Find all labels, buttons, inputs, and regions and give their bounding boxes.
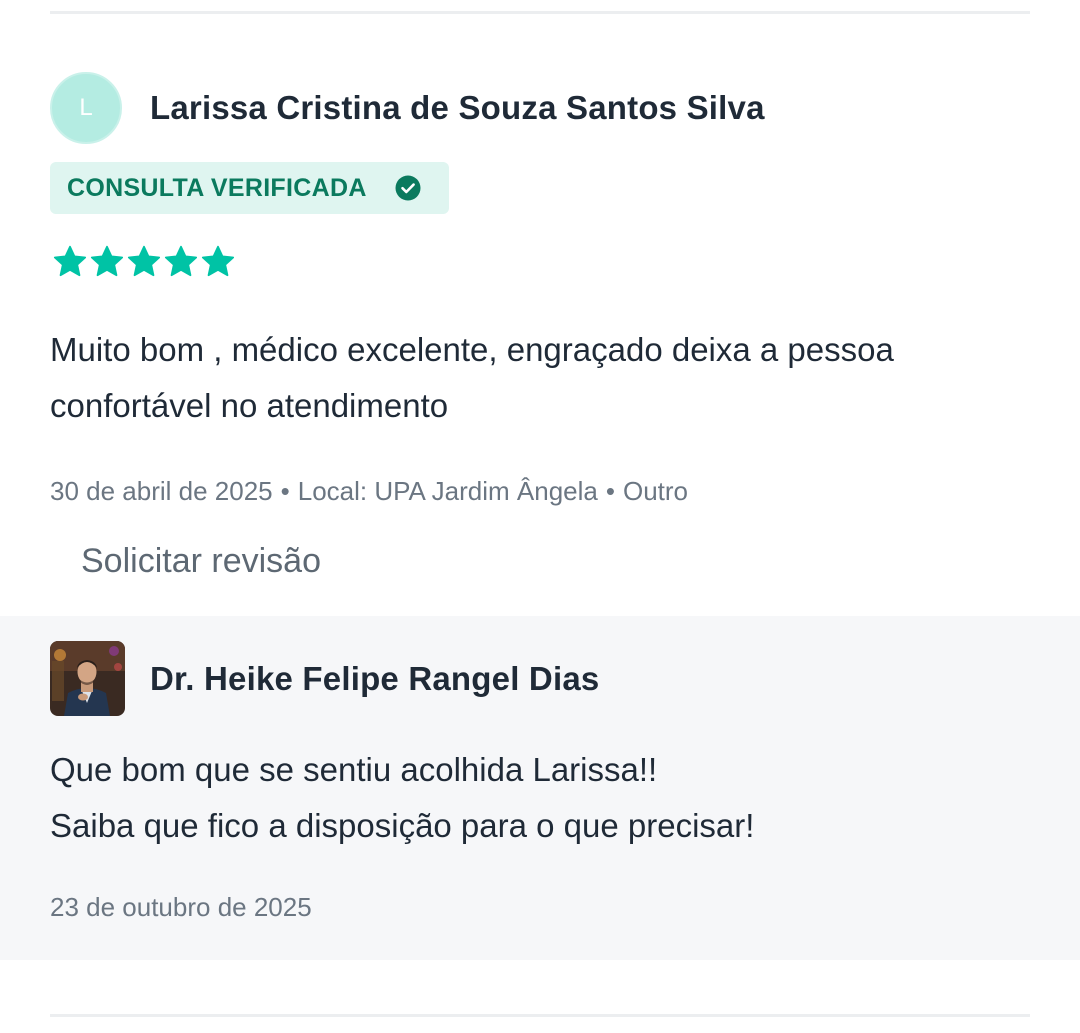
reply-date: 23 de outubro de 2025 bbox=[50, 892, 312, 922]
verified-label: CONSULTA VERIFICADA bbox=[67, 173, 367, 202]
review-card: L Larissa Cristina de Souza Santos Silva… bbox=[0, 0, 1080, 1033]
request-review-link[interactable]: Solicitar revisão bbox=[81, 542, 321, 581]
avatar: L bbox=[50, 71, 122, 144]
check-circle-icon bbox=[395, 175, 421, 201]
doctor-name: Dr. Heike Felipe Rangel Dias bbox=[150, 659, 600, 697]
review-text: Muito bom , médico excelente, engraçado … bbox=[50, 331, 894, 424]
bottom-divider bbox=[50, 1014, 1030, 1017]
meta-separator: • bbox=[280, 476, 290, 506]
doctor-reply: Dr. Heike Felipe Rangel Dias Que bom que… bbox=[0, 616, 1080, 960]
review-service: Outro bbox=[622, 476, 688, 506]
star-icon bbox=[163, 244, 199, 280]
reply-line: Que bom que se sentiu acolhida Larissa!! bbox=[50, 751, 658, 788]
review-location: Local: UPA Jardim Ângela bbox=[297, 476, 598, 506]
meta-separator: • bbox=[605, 476, 615, 506]
reply-text: Que bom que se sentiu acolhida Larissa!!… bbox=[50, 742, 754, 854]
reply-line: Saiba que fico a disposição para o que p… bbox=[50, 807, 755, 844]
review-meta: 30 de abril de 2025 • Local: UPA Jardim Ân… bbox=[50, 476, 688, 507]
star-icon bbox=[89, 244, 125, 280]
review-author-name: Larissa Cristina de Souza Santos Silva bbox=[150, 88, 765, 126]
star-icon bbox=[52, 244, 88, 280]
review-header: L Larissa Cristina de Souza Santos Silva bbox=[50, 70, 765, 145]
star-rating bbox=[52, 244, 236, 280]
review-date: 30 de abril de 2025 bbox=[50, 476, 273, 506]
star-icon bbox=[200, 244, 236, 280]
doctor-avatar bbox=[50, 641, 125, 716]
verified-badge: CONSULTA VERIFICADA bbox=[50, 162, 449, 214]
reply-header: Dr. Heike Felipe Rangel Dias bbox=[50, 641, 599, 716]
star-icon bbox=[126, 244, 162, 280]
avatar-initial: L bbox=[79, 93, 93, 121]
top-divider bbox=[50, 11, 1030, 14]
